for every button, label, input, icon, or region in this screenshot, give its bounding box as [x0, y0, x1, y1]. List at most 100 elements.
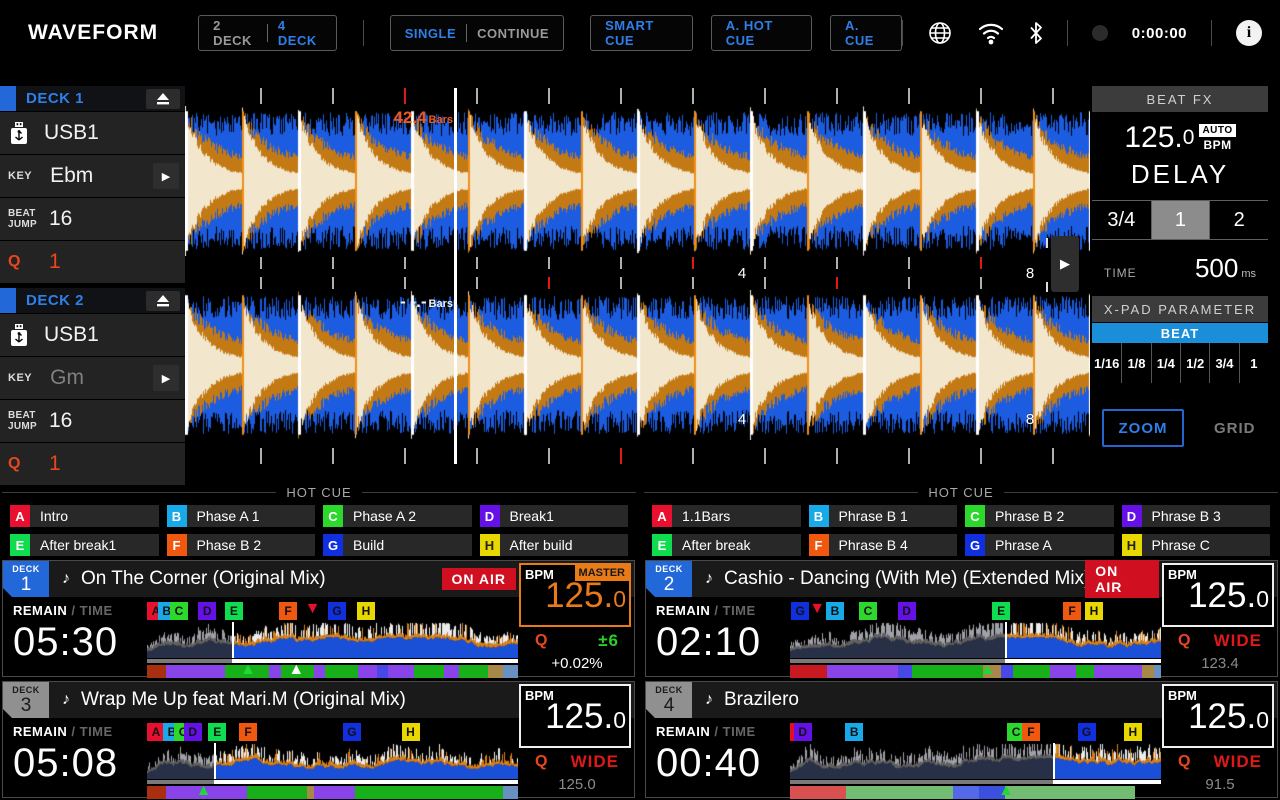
- phrase-segment: [314, 786, 333, 799]
- phrase-segment: [444, 665, 459, 678]
- hot-cue-button-g[interactable]: GBuild: [323, 534, 472, 556]
- cue-marker-h: H: [402, 723, 420, 741]
- cue-marker-b: B: [845, 723, 863, 741]
- hot-cue-button-d[interactable]: DBreak1: [480, 505, 629, 527]
- beat-tick: [620, 88, 622, 104]
- xpad-option-1[interactable]: 1: [1239, 343, 1268, 383]
- music-note-icon: ♪: [62, 570, 70, 588]
- deck4-status-row: DECK4 ♪ Brazilero ON AIR BPM MASTER 125.…: [645, 681, 1278, 798]
- xpad-header: X-PAD PARAMETER: [1092, 296, 1268, 322]
- beat-tick: [476, 448, 478, 464]
- fx-beat-option-2[interactable]: 2: [1209, 201, 1268, 239]
- deck2-eject-button[interactable]: [146, 291, 180, 311]
- deck1-bpm-box: BPM MASTER 125.0: [519, 563, 631, 627]
- phrase-segment: [953, 786, 979, 799]
- deck4-cue-markers: DBCFGH: [790, 720, 1161, 743]
- deck-mode-4deck[interactable]: 4 DECK: [278, 18, 322, 48]
- deck4-overview-waveform[interactable]: [790, 743, 1161, 779]
- phrase-segment: [388, 665, 414, 678]
- hot-cue-chip: G: [965, 534, 985, 556]
- deck2-waveform[interactable]: - -.-Bars 48: [185, 290, 1090, 440]
- grid-button[interactable]: GRID: [1214, 420, 1256, 437]
- record-timer: 0:00:00: [1132, 25, 1187, 42]
- bar-number: 4: [738, 411, 746, 428]
- deck3-overview-waveform[interactable]: [147, 743, 518, 779]
- deck2-overview-waveform[interactable]: [790, 622, 1161, 658]
- beat-tick: [764, 448, 766, 464]
- deck1-quantize-block: Q ±6 +0.02%: [523, 631, 631, 672]
- deck3-overview-playhead: [214, 743, 216, 779]
- auto-hot-cue-button[interactable]: A. HOT CUE: [711, 15, 812, 51]
- hot-cue-button-h[interactable]: HAfter build: [480, 534, 629, 556]
- deck-mode-toggle[interactable]: 2 DECK 4 DECK: [198, 15, 337, 51]
- deck2-track-title: Cashio - Dancing (With Me) (Extended Mix…: [724, 568, 1085, 590]
- hot-cue-button-e[interactable]: EAfter break: [652, 534, 801, 556]
- hot-cue-button-b[interactable]: BPhase A 1: [167, 505, 316, 527]
- hot-cue-label: After break1: [40, 537, 116, 553]
- beat-tick: [1052, 448, 1054, 464]
- play-mode-continue[interactable]: CONTINUE: [477, 26, 549, 41]
- deck1-eject-button[interactable]: [146, 89, 180, 109]
- auto-cue-button[interactable]: A. CUE: [830, 15, 902, 51]
- xpad-option-3-4[interactable]: 3/4: [1209, 343, 1238, 383]
- deck3-phrase-bar: ▲: [147, 786, 518, 800]
- deck1-bars-label: 42.4Bars: [315, 108, 453, 128]
- play-mode-toggle[interactable]: SINGLE CONTINUE: [390, 15, 564, 51]
- hot-cue-label: Phase A 2: [353, 508, 416, 524]
- hot-cue-button-h[interactable]: HPhrase C: [1122, 534, 1271, 556]
- hot-cue-button-f[interactable]: FPhase B 2: [167, 534, 316, 556]
- phrase-marker-triangle: ▲: [998, 782, 1014, 800]
- zoom-button[interactable]: ZOOM: [1102, 409, 1184, 447]
- hot-cue-chip: C: [323, 505, 343, 527]
- deck1-on-air-badge: ON AIR: [442, 568, 516, 590]
- xpad-option-1-8[interactable]: 1/8: [1121, 343, 1150, 383]
- deck2-badge: DECK2: [646, 561, 692, 597]
- fx-beat-option-3-4[interactable]: 3/4: [1092, 201, 1151, 239]
- xpad-option-1-4[interactable]: 1/4: [1151, 343, 1180, 383]
- beat-ticks-top: [185, 86, 1090, 106]
- beat-tick: [260, 277, 262, 289]
- beat-tick: [764, 277, 766, 289]
- beat-tick: [620, 257, 622, 269]
- hot-cue-button-a[interactable]: A1.1Bars: [652, 505, 801, 527]
- hot-cue-button-c[interactable]: C Phase A 2: [323, 505, 472, 527]
- play-mode-single[interactable]: SINGLE: [405, 26, 456, 41]
- deck1-key-expand-button[interactable]: ▶: [153, 163, 179, 189]
- hot-cue-button-g[interactable]: GPhrase A: [965, 534, 1114, 556]
- cue-marker-f: F: [279, 602, 297, 620]
- phrase-segment: [481, 786, 503, 799]
- deck2-quantize-block: Q WIDE 123.4: [1166, 631, 1274, 672]
- xpad-option-1-2[interactable]: 1/2: [1180, 343, 1209, 383]
- beat-tick: [548, 88, 550, 104]
- phrase-segment: [1001, 665, 1012, 678]
- waveform-next-button[interactable]: ▶: [1051, 236, 1079, 292]
- hot-cue-button-f[interactable]: FPhrase B 4: [809, 534, 958, 556]
- phrase-segment: [247, 786, 306, 799]
- hot-cue-button-a[interactable]: AIntro: [10, 505, 159, 527]
- deck1-status-row: DECK1 ♪ On The Corner (Original Mix) ON …: [2, 560, 635, 677]
- xpad-option-1-16[interactable]: 1/16: [1092, 343, 1121, 383]
- deck2-source: USB1: [44, 323, 99, 347]
- deck1-overview-waveform[interactable]: [147, 622, 518, 658]
- fx-effect-name: DELAY: [1092, 159, 1268, 190]
- hot-cue-button-c[interactable]: CPhrase B 2: [965, 505, 1114, 527]
- hot-cue-label: Phase B 2: [197, 537, 262, 553]
- deck4-overview-playhead: [1053, 743, 1055, 779]
- smart-cue-button[interactable]: SMART CUE: [590, 15, 693, 51]
- phrase-segment: [358, 665, 377, 678]
- deck4-q-value: WIDE: [1214, 752, 1262, 772]
- deck1-waveform[interactable]: 42.4Bars: [185, 106, 1090, 256]
- deck-mode-2deck[interactable]: 2 DECK: [213, 18, 257, 48]
- info-button[interactable]: i: [1236, 20, 1262, 46]
- hot-cue-button-e[interactable]: EAfter break1: [10, 534, 159, 556]
- beat-tick: [332, 257, 334, 269]
- hot-cue-chip: H: [480, 534, 500, 556]
- deck1-time-block: REMAIN / TIME 05:30: [13, 603, 118, 665]
- deck1-waveform-canvas[interactable]: [185, 106, 1090, 256]
- fx-beat-option-1[interactable]: 1: [1151, 201, 1210, 239]
- hot-cue-chip: D: [1122, 505, 1142, 527]
- hot-cue-button-b[interactable]: BPhrase B 1: [809, 505, 958, 527]
- divider: [267, 24, 268, 42]
- deck2-key-expand-button[interactable]: ▶: [153, 365, 179, 391]
- hot-cue-button-d[interactable]: DPhrase B 3: [1122, 505, 1271, 527]
